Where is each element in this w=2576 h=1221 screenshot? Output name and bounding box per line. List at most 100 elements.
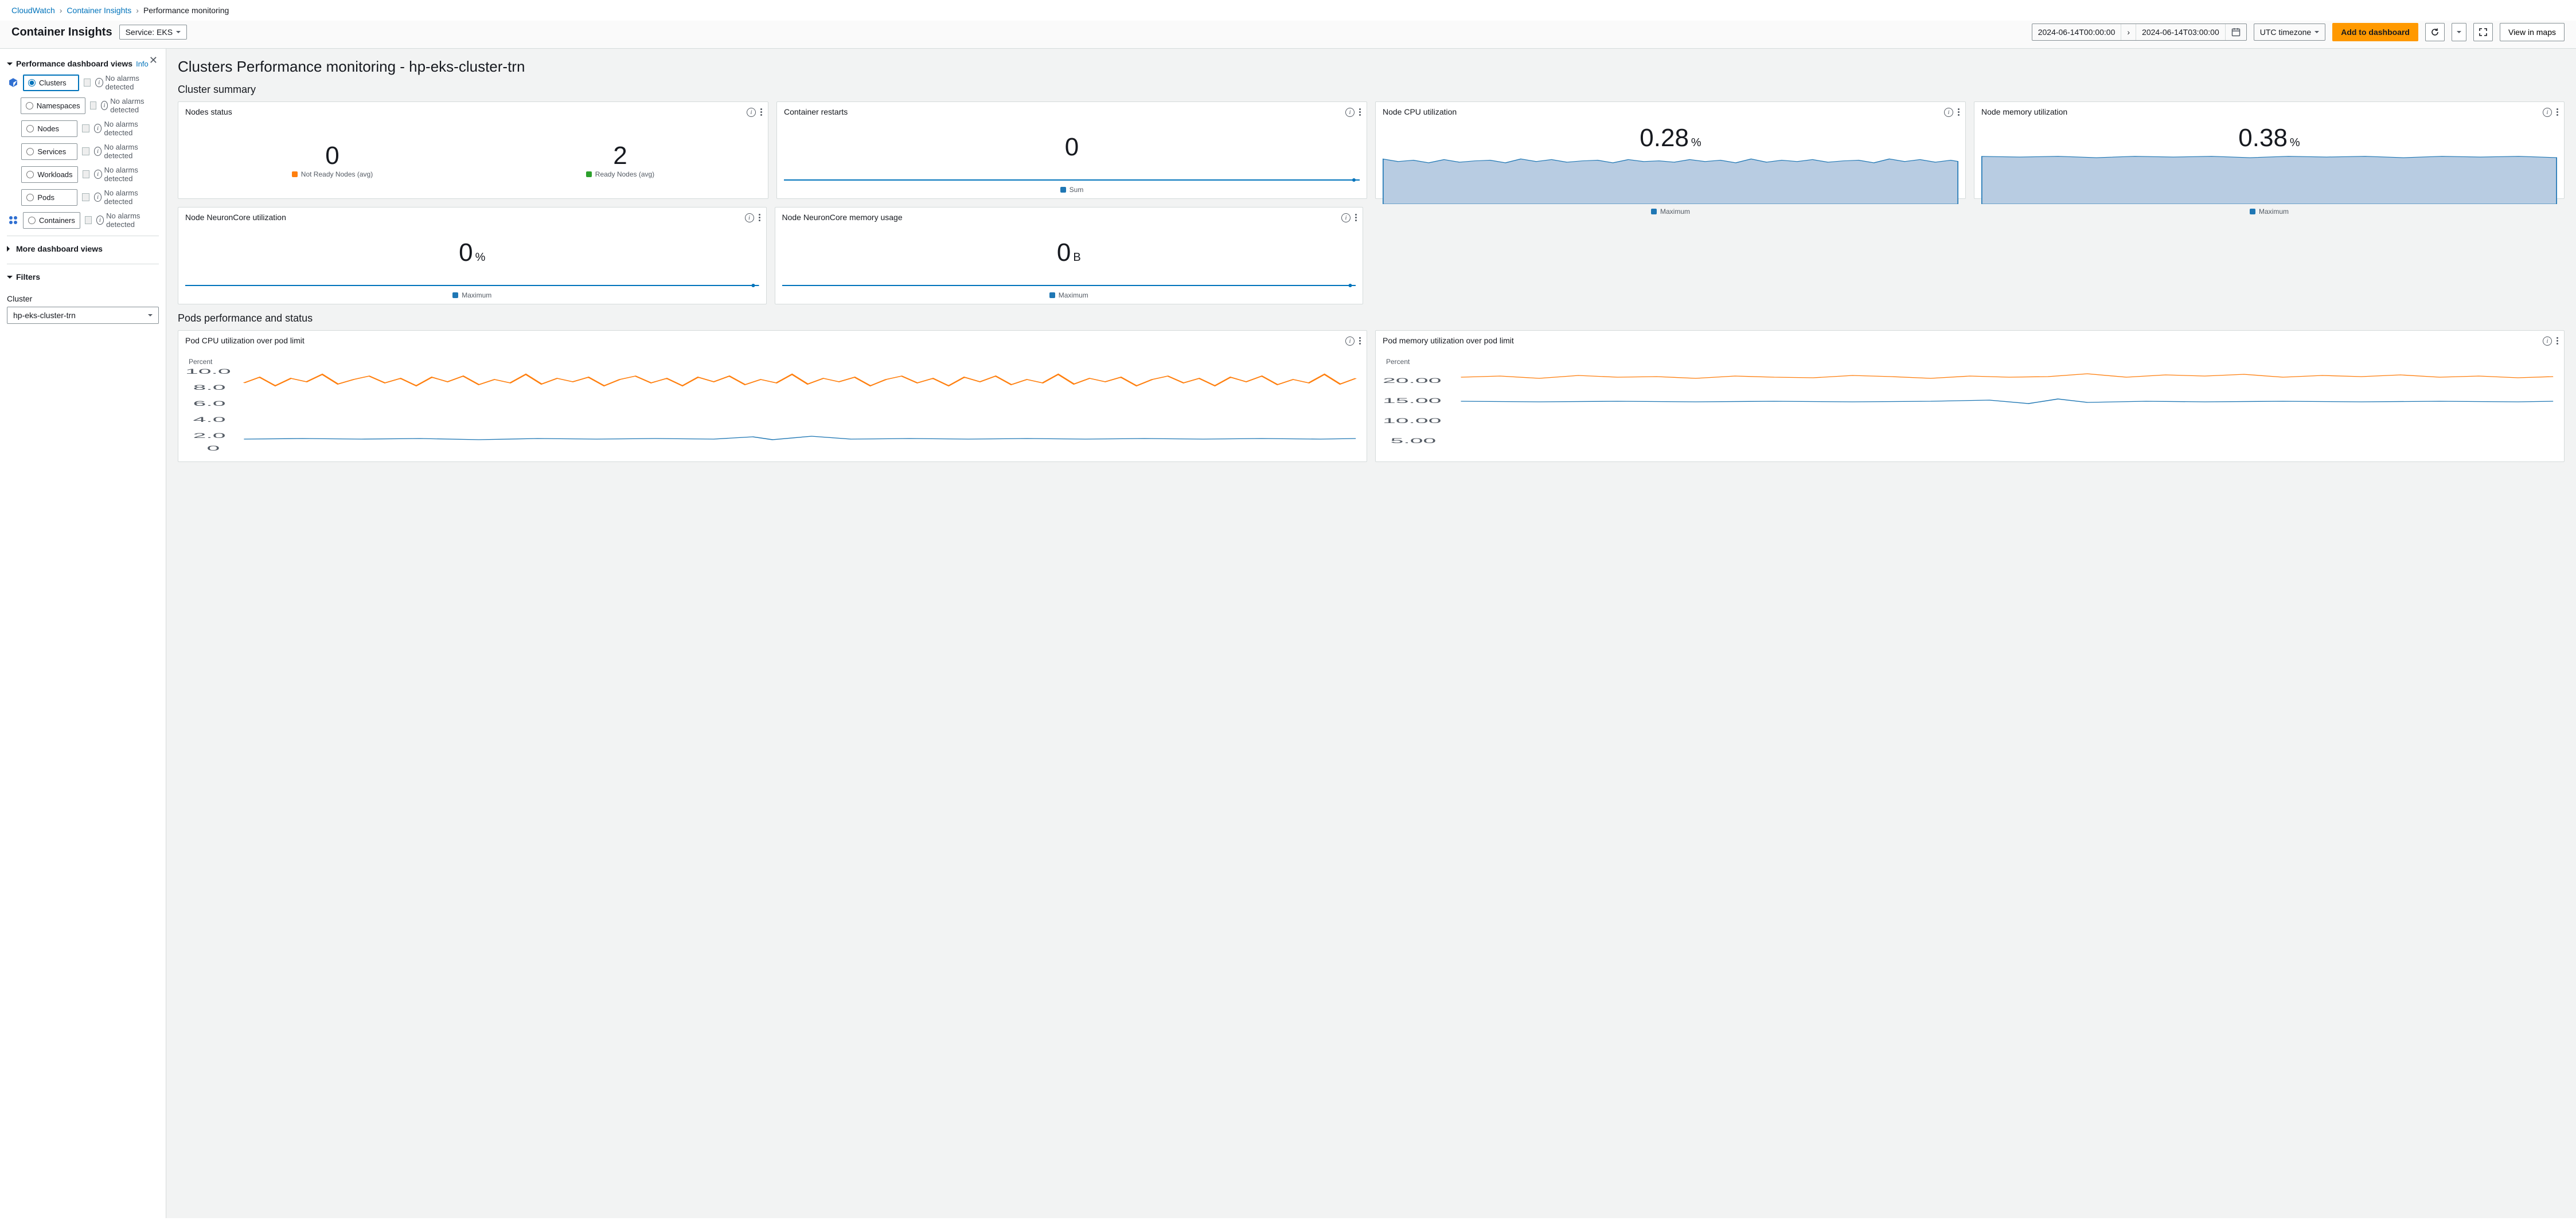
sidebar-item-pods[interactable]: Pods	[21, 189, 77, 206]
ready-value: 2	[613, 142, 627, 170]
crumb-container-insights[interactable]: Container Insights	[67, 6, 131, 15]
sidebar-item-workloads[interactable]: Workloads	[21, 166, 77, 183]
content-title: Clusters Performance monitoring - hp-eks…	[178, 58, 2565, 76]
info-icon[interactable]: i	[1942, 107, 1956, 117]
menu-icon[interactable]	[2554, 108, 2561, 116]
info-icon: i	[94, 124, 102, 133]
info-icon[interactable]: i	[1343, 335, 1357, 346]
close-sidebar-button[interactable]: ✕	[149, 54, 158, 66]
not-ready-value: 0	[325, 142, 339, 170]
info-icon: i	[94, 193, 102, 202]
view-in-maps-button[interactable]: View in maps	[2500, 23, 2565, 41]
service-select[interactable]: Service: EKS	[119, 25, 187, 40]
container-restarts-value: 0	[1065, 133, 1079, 162]
info-icon[interactable]: i	[744, 107, 758, 117]
fullscreen-button[interactable]	[2473, 23, 2493, 41]
chevron-down-icon	[176, 31, 181, 36]
menu-icon[interactable]	[1353, 214, 1359, 221]
more-views-header[interactable]: More dashboard views	[7, 241, 159, 259]
crumb-cloudwatch[interactable]: CloudWatch	[11, 6, 55, 15]
widget-neuron-util: Node NeuronCore utilization i 0% Maximum	[178, 207, 767, 304]
chevron-right-icon: ›	[60, 6, 63, 15]
area-chart	[1981, 152, 2557, 204]
cube-icon	[8, 77, 18, 88]
info-icon: i	[101, 101, 108, 110]
alarm-status: i No alarms detected	[96, 212, 159, 229]
svg-text:10.0: 10.0	[185, 368, 231, 375]
chevron-down-icon	[148, 314, 153, 319]
menu-icon[interactable]	[1357, 108, 1363, 116]
sidebar-row-clusters: Clusters i No alarms detected	[8, 74, 159, 91]
info-icon: i	[94, 170, 102, 179]
svg-text:10.00: 10.00	[1383, 417, 1441, 425]
alarm-indicator	[90, 101, 96, 109]
info-icon[interactable]: i	[1339, 212, 1353, 222]
svg-text:5.00: 5.00	[1391, 437, 1437, 445]
alarm-status: i No alarms detected	[94, 120, 159, 137]
sidebar-row-nodes: Nodes i No alarms detected	[8, 120, 159, 137]
refresh-options-button[interactable]	[2452, 23, 2466, 41]
calendar-icon[interactable]	[2225, 24, 2246, 40]
sparkline	[782, 284, 1356, 287]
menu-icon[interactable]	[2554, 337, 2561, 345]
sidebar-item-namespaces[interactable]: Namespaces	[21, 97, 85, 114]
sidebar-row-pods: Pods i No alarms detected	[8, 189, 159, 206]
y-axis-label: Percent	[1386, 358, 1410, 366]
alarm-indicator	[82, 124, 89, 132]
svg-text:15.00: 15.00	[1383, 397, 1441, 405]
alarm-indicator	[82, 147, 89, 155]
alarm-indicator	[83, 170, 89, 178]
time-end[interactable]: 2024-06-14T03:00:00	[2136, 24, 2225, 40]
pods-section-header: Pods performance and status	[178, 312, 2565, 324]
menu-icon[interactable]	[1357, 337, 1363, 345]
time-range-picker[interactable]: 2024-06-14T00:00:00 › 2024-06-14T03:00:0…	[2032, 24, 2247, 41]
widget-nodes-status: Nodes status i 0 Not Ready Nodes (avg) 2…	[178, 101, 768, 199]
info-icon[interactable]: i	[743, 212, 756, 222]
alarm-indicator	[84, 79, 91, 87]
sidebar: ✕ Performance dashboard views Info Clust…	[0, 49, 166, 1218]
chevron-right-icon: ›	[2121, 24, 2136, 40]
menu-icon[interactable]	[1956, 108, 1962, 116]
line-chart: 20.00 15.00 10.00 5.00	[1383, 366, 2557, 452]
cluster-summary-header: Cluster summary	[178, 84, 2565, 96]
content-area: Clusters Performance monitoring - hp-eks…	[166, 49, 2576, 1218]
widget-neuron-mem: Node NeuronCore memory usage i 0B Maximu…	[775, 207, 1364, 304]
chevron-down-icon	[2315, 31, 2319, 36]
info-icon: i	[95, 78, 103, 87]
alarm-indicator	[85, 216, 92, 224]
views-header[interactable]: Performance dashboard views Info	[7, 56, 159, 74]
info-icon: i	[94, 147, 102, 156]
sidebar-row-containers: Containers i No alarms detected	[8, 212, 159, 229]
svg-text:6.0: 6.0	[193, 400, 226, 408]
info-link[interactable]: Info	[136, 60, 149, 68]
svg-text:20.00: 20.00	[1383, 377, 1441, 385]
filters-header[interactable]: Filters	[7, 269, 159, 287]
sidebar-item-nodes[interactable]: Nodes	[21, 120, 77, 137]
expand-icon	[7, 246, 13, 252]
menu-icon[interactable]	[758, 108, 764, 116]
refresh-button[interactable]	[2425, 23, 2445, 41]
widget-node-cpu: Node CPU utilization i 0.28% Maximum	[1375, 101, 1966, 199]
sidebar-item-clusters[interactable]: Clusters	[23, 75, 79, 91]
page-header: Container Insights Service: EKS 2024-06-…	[0, 21, 2576, 49]
service-select-label: Service: EKS	[126, 28, 173, 37]
sidebar-item-containers[interactable]: Containers	[23, 212, 80, 229]
sidebar-item-services[interactable]: Services	[21, 143, 77, 160]
menu-icon[interactable]	[756, 214, 763, 221]
alarm-status: i No alarms detected	[94, 189, 159, 206]
info-icon[interactable]: i	[2540, 335, 2554, 346]
timezone-select[interactable]: UTC timezone	[2254, 24, 2325, 41]
cubes-icon	[8, 215, 18, 225]
page-title: Container Insights	[11, 26, 112, 39]
svg-text:4.0: 4.0	[193, 416, 226, 424]
time-start[interactable]: 2024-06-14T00:00:00	[2032, 24, 2121, 40]
info-icon[interactable]: i	[2540, 107, 2554, 117]
sidebar-row-workloads: Workloads i No alarms detected	[8, 166, 159, 183]
cluster-filter-label: Cluster	[7, 294, 159, 303]
add-to-dashboard-button[interactable]: Add to dashboard	[2332, 23, 2418, 41]
info-icon[interactable]: i	[1343, 107, 1357, 117]
widget-pod-cpu: Pod CPU utilization over pod limit i Per…	[178, 330, 1367, 462]
sidebar-row-namespaces: Namespaces i No alarms detected	[8, 97, 159, 114]
cluster-select[interactable]: hp-eks-cluster-trn	[7, 307, 159, 324]
alarm-status: i No alarms detected	[101, 97, 159, 114]
